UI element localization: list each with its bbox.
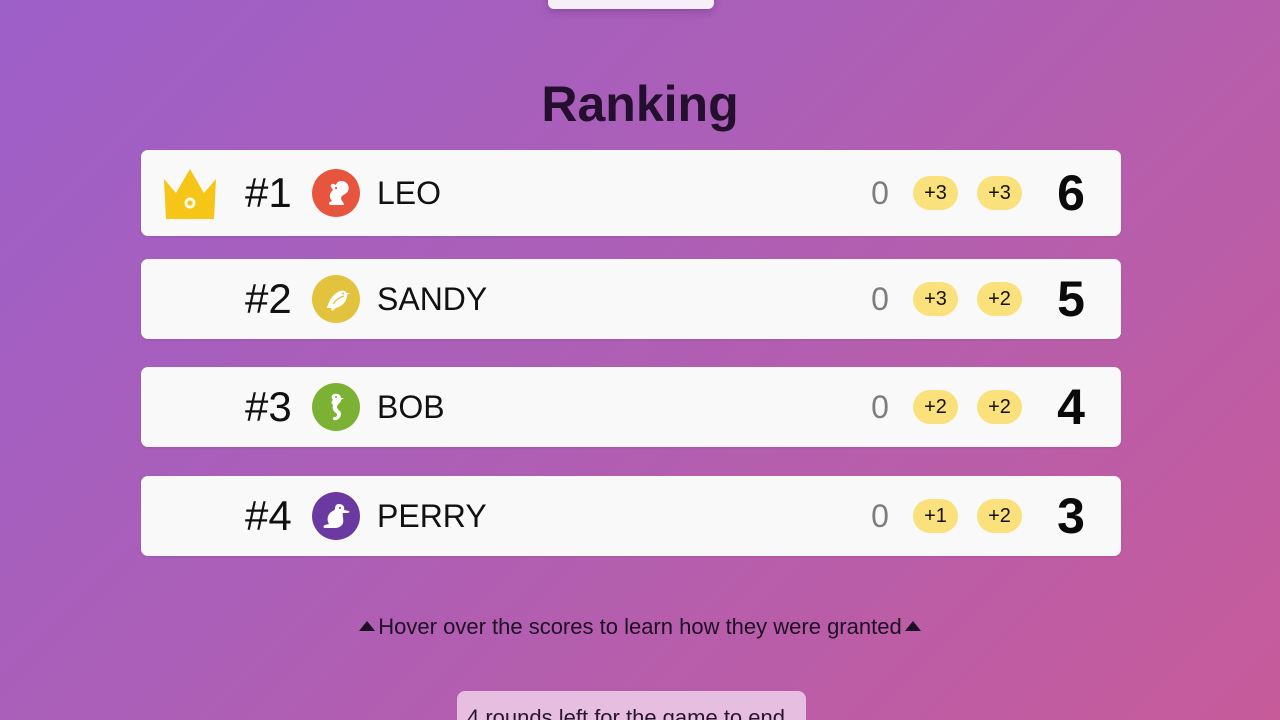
ranking-row-4: #4 PERRY 0 +1 +2 3 (141, 476, 1121, 556)
up-arrow-icon (904, 621, 921, 631)
total-score[interactable]: 6 (1046, 168, 1096, 218)
crown-icon (164, 169, 216, 219)
hover-hint: Hover over the scores to learn how they … (0, 614, 1280, 640)
player-name: BOB (377, 389, 445, 425)
rank-label: #2 (245, 275, 292, 322)
ranking-row-3: #3 BOB 0 +2 +2 4 (141, 367, 1121, 447)
rank-label: #3 (245, 383, 292, 430)
base-score[interactable]: 0 (867, 177, 893, 209)
bonus-score-badge[interactable]: +2 (913, 390, 958, 424)
bonus-score-badge[interactable]: +2 (977, 499, 1022, 533)
rank-label: #1 (245, 169, 292, 216)
bonus-score-badge[interactable]: +3 (977, 176, 1022, 210)
platypus-icon (312, 492, 360, 540)
bonus-score-badge[interactable]: +1 (913, 499, 958, 533)
total-score[interactable]: 3 (1046, 491, 1096, 541)
rounds-left-text: 4 rounds left for the game to end (467, 705, 785, 720)
base-score[interactable]: 0 (867, 391, 893, 423)
player-name: LEO (377, 175, 442, 211)
total-score[interactable]: 5 (1046, 274, 1096, 324)
player-name: SANDY (377, 281, 488, 317)
rounds-left-box: 4 rounds left for the game to end (457, 691, 806, 720)
top-info-card (548, 0, 714, 9)
squirrel-icon (312, 169, 360, 217)
bonus-score-badge[interactable]: +2 (977, 282, 1022, 316)
base-score[interactable]: 0 (867, 283, 893, 315)
page-title: Ranking (541, 76, 739, 132)
bonus-score-badge[interactable]: +3 (913, 176, 958, 210)
bonus-score-badge[interactable]: +2 (977, 390, 1022, 424)
bonus-score-badge[interactable]: +3 (913, 282, 958, 316)
hint-text: Hover over the scores to learn how they … (378, 614, 902, 639)
ranking-row-1: #1 LEO 0 +3 +3 6 (141, 150, 1121, 236)
rank-label: #4 (245, 492, 292, 539)
player-name: PERRY (377, 498, 487, 534)
base-score[interactable]: 0 (867, 500, 893, 532)
up-arrow-icon (359, 621, 376, 631)
total-score[interactable]: 4 (1046, 382, 1096, 432)
ranking-row-2: #2 SANDY 0 +3 +2 5 (141, 259, 1121, 339)
seahorse-icon (312, 383, 360, 431)
bird-icon (312, 275, 360, 323)
